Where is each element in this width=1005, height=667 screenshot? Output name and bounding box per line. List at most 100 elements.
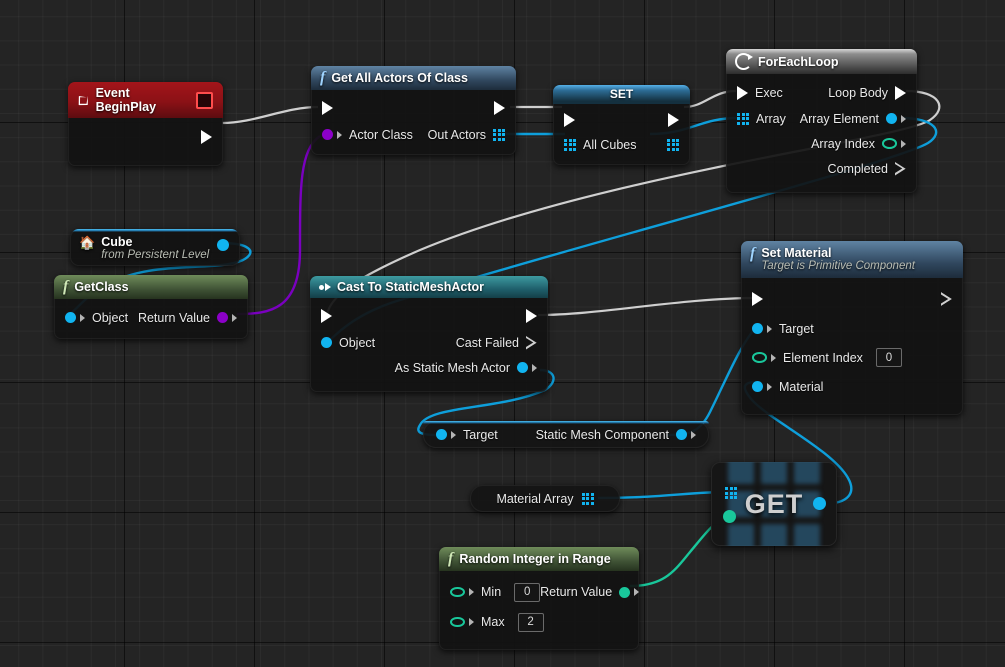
array-pin-icon [667, 138, 679, 151]
node-body: All Cubes [553, 104, 690, 165]
pin-label: Cast Failed [455, 335, 519, 350]
node-accent-bar [423, 421, 709, 424]
pin-label: Target [463, 427, 498, 442]
exec-out-pin[interactable] [201, 130, 212, 144]
pin-label: Array Element [799, 111, 879, 126]
pin-label: All Cubes [583, 137, 637, 152]
pin-row-exec [741, 284, 963, 314]
pin-label: Target [779, 321, 814, 336]
node-header: f Get All Actors Of Class [311, 66, 516, 90]
all-cubes-in-pin[interactable]: All Cubes [564, 138, 637, 152]
pin-row-array-index: Array Index [726, 131, 917, 156]
all-cubes-out-pin[interactable] [667, 138, 679, 151]
pin-label: Actor Class [349, 127, 413, 142]
exec-out-pin[interactable] [941, 292, 952, 306]
node-title: Cast To StaticMeshActor [337, 280, 485, 294]
node-set-all-cubes[interactable]: SET All Cubes [553, 85, 690, 165]
array-index-pin[interactable]: Array Index [811, 137, 906, 151]
stop-square-icon[interactable] [196, 91, 213, 109]
pin-label: Array Index [811, 136, 875, 151]
node-set-material[interactable]: f Set Material Target is Primitive Compo… [741, 241, 963, 415]
cube-out-pin[interactable] [217, 239, 229, 251]
return-value-pin[interactable]: Return Value [540, 585, 639, 599]
target-pin[interactable]: Target [752, 322, 814, 336]
cast-icon [319, 283, 331, 291]
element-index-pin[interactable]: Element Index 0 [752, 348, 902, 367]
get-out-pin[interactable] [813, 497, 826, 510]
node-get-class[interactable]: f GetClass Object Return Value [54, 275, 248, 339]
get-array-in-pin[interactable] [725, 487, 737, 499]
pin-label: Object [92, 310, 129, 325]
node-event-begin-play[interactable]: Event BeginPlay [68, 82, 223, 166]
pin-row-object: Object Return Value [54, 305, 248, 330]
pin-label: Min [481, 585, 502, 599]
node-static-mesh-component[interactable]: Target Static Mesh Component [423, 421, 709, 448]
pin-row-min: Min 0 Return Value [439, 577, 639, 607]
target-in-pin[interactable]: Target [436, 428, 498, 442]
node-title: SET [609, 87, 634, 101]
pin-label: Object [339, 335, 376, 350]
node-header: 🏠 Cube from Persistent Level [70, 229, 240, 266]
function-f-icon: f [63, 278, 69, 295]
min-pin[interactable]: Min 0 [450, 582, 541, 602]
object-in-pin[interactable]: Object [65, 311, 128, 325]
pin-row-exec-loopbody: Exec Loop Body [726, 79, 917, 106]
pin-label: As Static Mesh Actor [394, 360, 510, 375]
function-f-icon: f [750, 245, 756, 262]
blueprint-graph-canvas[interactable]: Event BeginPlay f Get All Actors Of Clas… [0, 0, 1005, 667]
actor-class-pin[interactable]: Actor Class [322, 128, 413, 142]
node-body: Actor Class Out Actors [311, 90, 516, 155]
node-body: Object Cast Failed As Static Mesh Actor [310, 298, 548, 392]
node-header: f GetClass [54, 275, 248, 299]
min-input[interactable]: 0 [514, 582, 541, 602]
object-in-pin[interactable]: Object [321, 336, 375, 350]
level-actor-icon: 🏠 [79, 235, 96, 250]
pin-label: Static Mesh Component [535, 427, 669, 442]
node-header: SET [553, 85, 690, 104]
element-index-input[interactable]: 0 [875, 348, 902, 367]
exec-in-pin[interactable] [752, 292, 763, 306]
node-header: Cast To StaticMeshActor [310, 276, 548, 298]
pin-row-actor-class: Actor Class Out Actors [311, 122, 516, 147]
node-body: Exec Loop Body Array Array Element Array… [726, 74, 917, 193]
node-title: Event BeginPlay [95, 86, 157, 114]
max-pin[interactable]: Max 2 [450, 612, 544, 632]
node-get-array-item[interactable]: GET [711, 462, 837, 546]
pin-row-array-element: Array Array Element [726, 106, 917, 131]
exec-in-pin[interactable] [322, 101, 333, 115]
static-mesh-component-out-pin[interactable]: Static Mesh Component [536, 428, 696, 442]
node-material-array[interactable]: Material Array [470, 485, 620, 512]
node-body: Object Return Value [54, 299, 248, 339]
exec-in-pin[interactable]: Exec [737, 85, 783, 100]
node-for-each-loop[interactable]: ForEachLoop Exec Loop Body Array Array E… [726, 49, 917, 193]
loop-icon [735, 53, 753, 70]
node-subtitle: Target is Primitive Component [761, 260, 915, 272]
material-pin[interactable]: Material [752, 380, 823, 394]
exec-out-pin[interactable] [526, 309, 537, 323]
node-cast-to-static-mesh-actor[interactable]: Cast To StaticMeshActor Object Cast Fail… [310, 276, 548, 392]
array-element-pin[interactable]: Array Element [800, 112, 906, 126]
pin-label: Out Actors [427, 127, 486, 142]
cast-failed-pin[interactable]: Cast Failed [456, 336, 537, 350]
completed-pin[interactable]: Completed [828, 162, 906, 176]
exec-out-pin[interactable] [668, 113, 679, 127]
pin-label: Material [779, 379, 824, 394]
node-title: GetClass [74, 280, 129, 294]
exec-in-pin[interactable] [321, 309, 332, 323]
return-value-pin[interactable]: Return Value [138, 311, 237, 325]
pin-row-completed: Completed [726, 156, 917, 181]
array-in-pin[interactable]: Array [737, 112, 786, 126]
node-cube-reference[interactable]: 🏠 Cube from Persistent Level [70, 229, 240, 266]
out-actors-pin[interactable]: Out Actors [428, 128, 505, 142]
loop-body-pin[interactable]: Loop Body [828, 85, 906, 100]
node-title: ForEachLoop [758, 54, 839, 69]
node-random-integer-in-range[interactable]: f Random Integer in Range Min 0 Return V… [439, 547, 639, 650]
exec-in-pin[interactable] [564, 113, 575, 127]
max-input[interactable]: 2 [517, 612, 544, 632]
node-get-all-actors-of-class[interactable]: f Get All Actors Of Class Actor Class Ou… [311, 66, 516, 155]
pin-row-exec [553, 108, 690, 132]
exec-out-pin[interactable] [494, 101, 505, 115]
get-index-in-pin[interactable] [723, 510, 736, 523]
array-pin-icon[interactable] [581, 492, 594, 505]
as-static-mesh-actor-pin[interactable]: As Static Mesh Actor [395, 361, 537, 375]
